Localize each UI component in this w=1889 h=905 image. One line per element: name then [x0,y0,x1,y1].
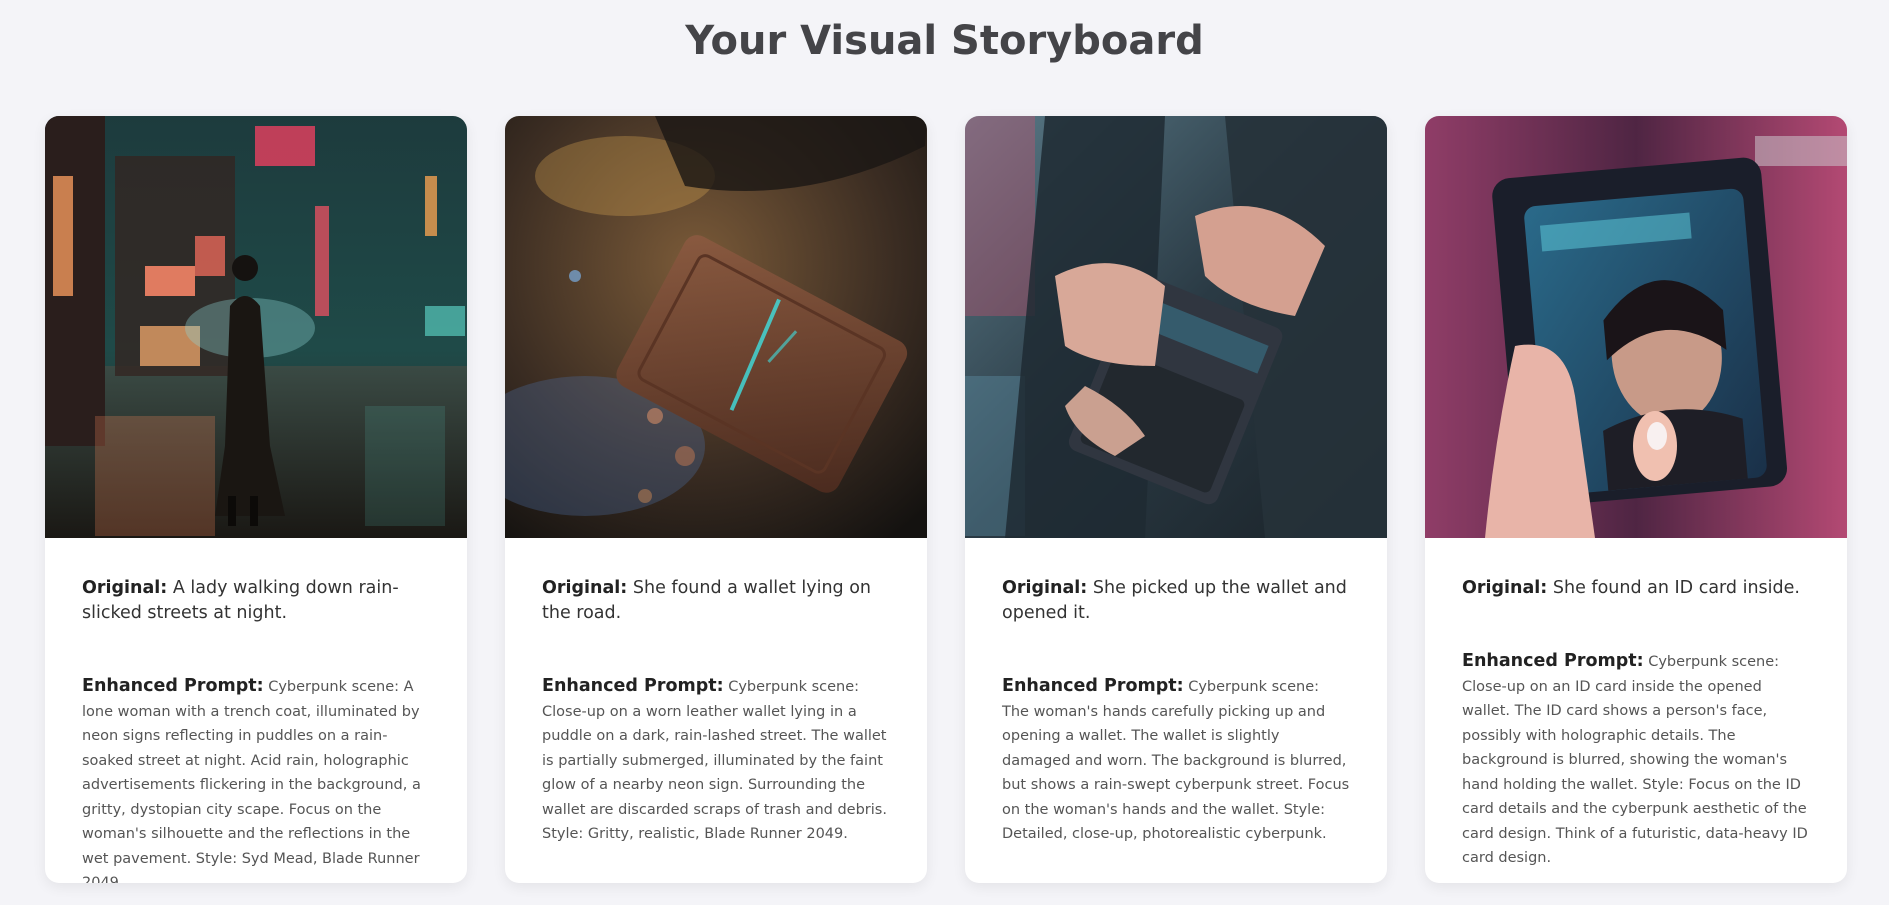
original-label: Original: [542,578,628,598]
original-label: Original: [1002,578,1088,598]
storyboard-grid: Original: A lady walking down rain-slick… [45,116,1847,883]
enhanced-prompt-label: Enhanced Prompt: [542,676,724,696]
original-value: She found an ID card inside. [1552,578,1800,598]
original-text: Original: She found a wallet lying on th… [542,576,890,626]
enhanced-prompt-text: Enhanced Prompt: Cyberpunk scene: Close-… [542,674,890,847]
rainy-neon-street-image [45,116,467,538]
wallet-in-puddle-image [505,116,927,538]
page-title: Your Visual Storyboard [685,18,1204,64]
enhanced-prompt-value: Cyberpunk scene: Close-up on an ID card … [1462,654,1808,866]
storyboard-card: Original: She found an ID card inside. E… [1425,116,1847,883]
original-label: Original: [1462,578,1548,598]
original-label: Original: [82,578,168,598]
storyboard-card: Original: A lady walking down rain-slick… [45,116,467,883]
enhanced-prompt-text: Enhanced Prompt: Cyberpunk scene: The wo… [1002,674,1350,847]
storyboard-card: Original: She found a wallet lying on th… [505,116,927,883]
enhanced-prompt-label: Enhanced Prompt: [1462,651,1644,671]
hands-opening-wallet-image [965,116,1387,538]
id-card-in-wallet-image [1425,116,1847,538]
enhanced-prompt-text: Enhanced Prompt: Cyberpunk scene: A lone… [82,674,430,883]
enhanced-prompt-value: Cyberpunk scene: A lone woman with a tre… [82,679,421,883]
enhanced-prompt-label: Enhanced Prompt: [1002,676,1184,696]
enhanced-prompt-text: Enhanced Prompt: Cyberpunk scene: Close-… [1462,649,1810,871]
original-text: Original: A lady walking down rain-slick… [82,576,430,626]
original-text: Original: She picked up the wallet and o… [1002,576,1350,626]
enhanced-prompt-value: Cyberpunk scene: The woman's hands caref… [1002,679,1350,842]
original-text: Original: She found an ID card inside. [1462,576,1810,601]
storyboard-card: Original: She picked up the wallet and o… [965,116,1387,883]
enhanced-prompt-value: Cyberpunk scene: Close-up on a worn leat… [542,679,887,842]
enhanced-prompt-label: Enhanced Prompt: [82,676,264,696]
